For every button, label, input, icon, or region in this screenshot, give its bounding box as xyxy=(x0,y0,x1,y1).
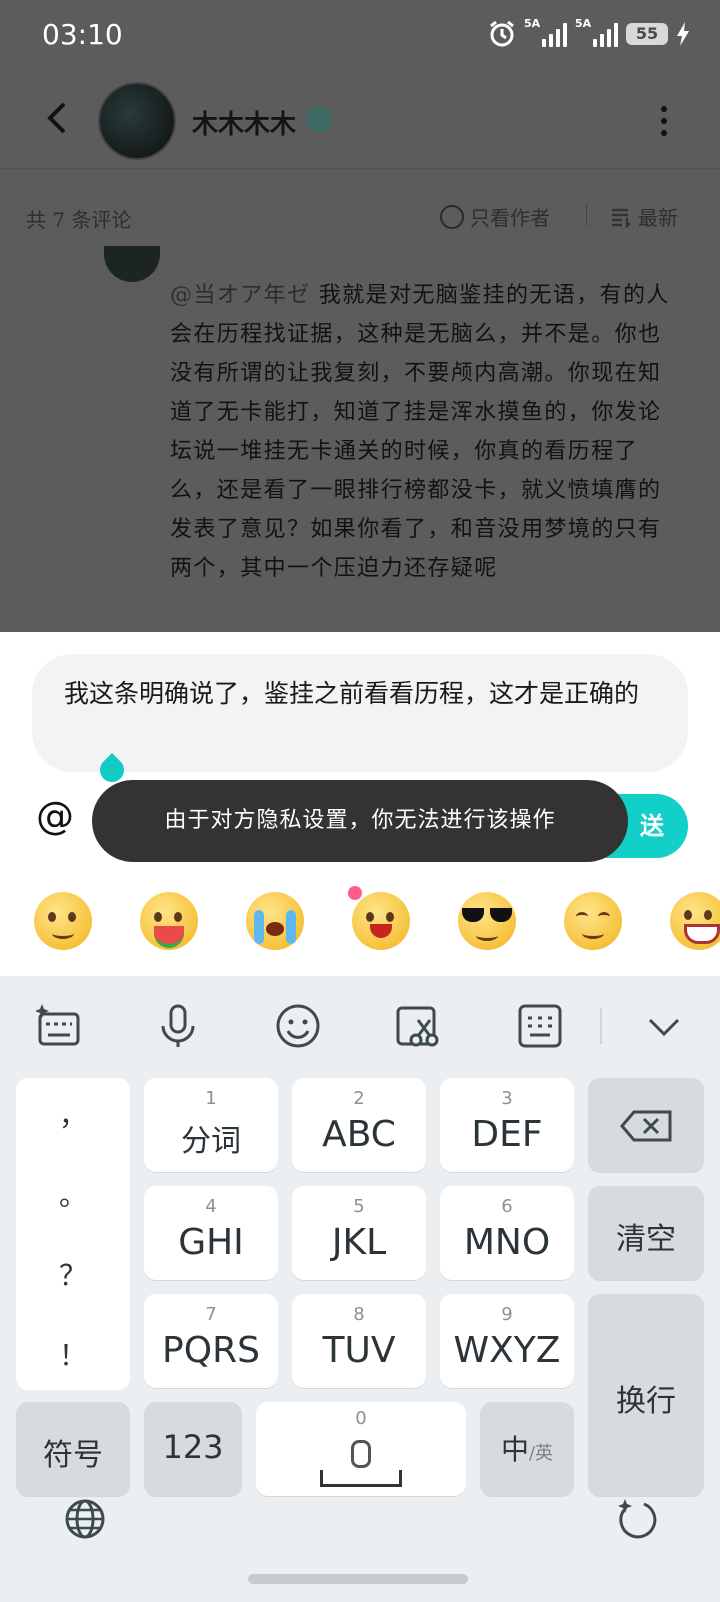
backspace-icon xyxy=(620,1110,672,1142)
clipboard-cut-icon[interactable] xyxy=(394,1002,442,1050)
privacy-toast: 由于对方隐私设置，你无法进行该操作 xyxy=(92,780,628,862)
author-only-label: 只看作者 xyxy=(470,206,550,230)
key-6[interactable]: 6 MNO xyxy=(440,1186,574,1280)
comments-toolbar: 共 7 条评论 只看作者 最新 xyxy=(0,190,720,240)
smile-emoji[interactable] xyxy=(34,892,92,950)
charging-icon xyxy=(677,22,689,46)
author-only-toggle[interactable]: 只看作者 xyxy=(440,202,550,231)
reply-input[interactable]: 我这条明确说了，鉴挂之前看看历程，这才是正确的 xyxy=(32,654,688,772)
key-3[interactable]: 3 DEF xyxy=(440,1078,574,1172)
backspace-key[interactable] xyxy=(588,1078,704,1172)
emoji-icon[interactable] xyxy=(274,1002,322,1050)
more-vert-icon[interactable] xyxy=(660,106,668,136)
chevron-left-icon[interactable] xyxy=(38,98,78,138)
reply-panel: 我这条明确说了，鉴挂之前看看历程，这才是正确的 @ 送 由于对方隐私设置，你无法… xyxy=(0,632,720,976)
sparkle-refresh-icon[interactable] xyxy=(614,1496,660,1542)
dimmed-background: 03:10 5A 5A 55 木木木木 共 7 条评论 只看作者 最新 @当オア… xyxy=(0,0,720,632)
signal-2-icon: 5A xyxy=(575,17,618,47)
eating-watermelon-emoji[interactable] xyxy=(140,892,198,950)
toolbar-divider xyxy=(600,1008,602,1044)
comment-text: 我就是对无脑鉴挂的无语，有的人会在历程找证据，这种是无脑么，并不是。你也没有所谓… xyxy=(170,283,670,581)
chat-header: 木木木木 xyxy=(0,72,720,169)
sort-list-icon xyxy=(612,208,631,228)
username[interactable]: 木木木木 xyxy=(192,104,296,141)
divider xyxy=(586,204,587,226)
commenter-avatar[interactable] xyxy=(104,246,160,282)
punct-question[interactable]: ？ xyxy=(16,1254,130,1294)
status-right: 5A 5A 55 xyxy=(488,17,690,48)
key-9[interactable]: 9 WXYZ xyxy=(440,1294,574,1388)
mic-icon[interactable] xyxy=(154,1002,202,1050)
lang-alt: /英 xyxy=(528,1443,554,1464)
key-7[interactable]: 7 PQRS xyxy=(144,1294,278,1388)
avatar[interactable] xyxy=(98,82,176,160)
comment-count: 共 7 条评论 xyxy=(26,208,132,232)
key-1[interactable]: 1 分词 xyxy=(144,1078,278,1172)
globe-icon[interactable] xyxy=(62,1496,108,1542)
enter-key[interactable]: 换行 xyxy=(588,1294,704,1496)
space-key[interactable]: 0 xyxy=(256,1402,466,1496)
sort-button[interactable]: 最新 xyxy=(610,202,678,231)
punct-comma[interactable]: ， xyxy=(16,1094,130,1134)
key-4[interactable]: 4 GHI xyxy=(144,1186,278,1280)
verified-badge-icon xyxy=(306,106,332,132)
punct-period[interactable]: 。 xyxy=(16,1174,130,1214)
sunglasses-emoji[interactable] xyxy=(458,892,516,950)
keyboard-layout-icon[interactable] xyxy=(516,1002,564,1050)
clear-key[interactable]: 清空 xyxy=(588,1186,704,1280)
signal-1-icon: 5A xyxy=(524,17,567,47)
punctuation-column: ， 。 ？ ！ xyxy=(16,1078,130,1390)
key-8[interactable]: 8 TUV xyxy=(292,1294,426,1388)
emoji-row xyxy=(0,884,720,962)
voice-mic-icon xyxy=(351,1440,371,1468)
comment-body: @当オア年ゼ 我就是对无脑鉴挂的无语，有的人会在历程找证据，这种是无脑么，并不是… xyxy=(170,276,670,588)
status-time: 03:10 xyxy=(42,18,123,51)
collapse-icon[interactable] xyxy=(640,1002,688,1050)
battery-icon: 55 xyxy=(626,23,668,45)
heart-wink-emoji[interactable] xyxy=(348,886,410,950)
space-bar-icon xyxy=(320,1470,402,1487)
status-bar: 03:10 5A 5A 55 xyxy=(0,0,720,72)
shy-smile-emoji[interactable] xyxy=(564,892,622,950)
ai-keyboard-icon[interactable] xyxy=(34,1002,82,1050)
key-2[interactable]: 2 ABC xyxy=(292,1078,426,1172)
keyboard: ， 。 ？ ！ 1 分词 2 ABC 3 DEF 4 GHI 5 JKL 6 MNO 清空 … xyxy=(0,976,720,1602)
home-indicator[interactable] xyxy=(248,1574,468,1584)
mention-at-button[interactable]: @ xyxy=(36,794,74,838)
alarm-icon xyxy=(490,20,514,47)
symbols-key[interactable]: 符号 xyxy=(16,1402,130,1496)
lang-switch-key[interactable]: 中/英 xyxy=(480,1402,574,1496)
key-5[interactable]: 5 JKL xyxy=(292,1186,426,1280)
sort-label: 最新 xyxy=(638,206,678,230)
crying-emoji[interactable] xyxy=(246,892,304,950)
numbers-key[interactable]: 123 xyxy=(144,1402,242,1496)
lang-main: 中 xyxy=(500,1433,529,1466)
punct-exclaim[interactable]: ！ xyxy=(16,1334,130,1374)
grin-emoji[interactable] xyxy=(670,892,720,950)
radio-circle-icon xyxy=(440,204,464,229)
reply-input-text[interactable]: 我这条明确说了，鉴挂之前看看历程，这才是正确的 xyxy=(64,674,674,714)
mention-link[interactable]: @当オア年ゼ xyxy=(170,283,310,308)
